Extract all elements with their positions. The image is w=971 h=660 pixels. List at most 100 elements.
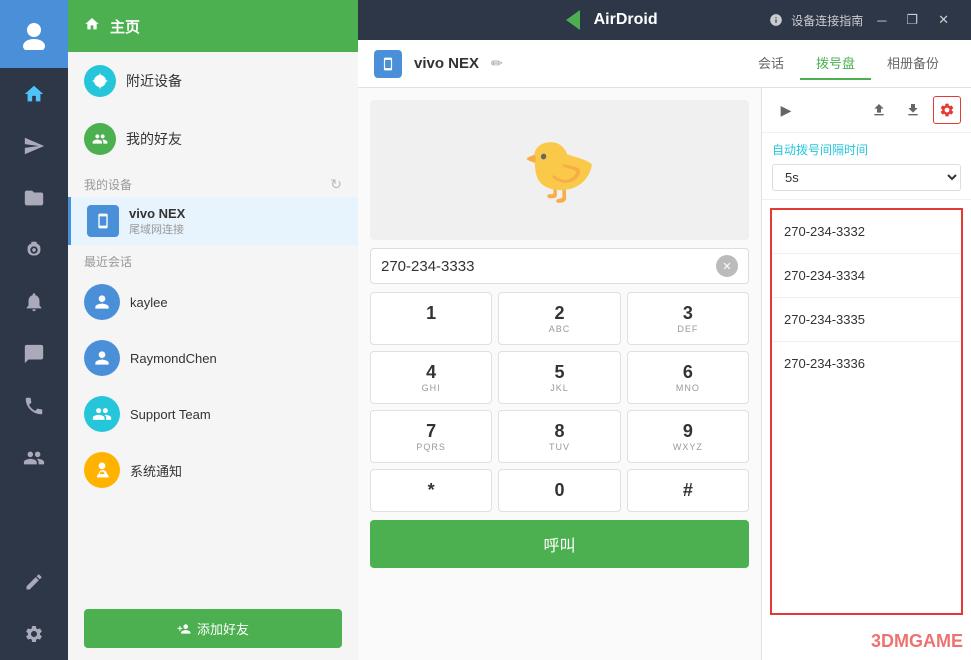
friends-icon — [84, 123, 116, 155]
key-8-button[interactable]: 8TUV — [498, 410, 620, 463]
phone-list-item[interactable]: 270-234-3332 — [772, 210, 961, 254]
device-header-name: vivo NEX — [414, 55, 479, 72]
watermark-area: 3DMGAME — [762, 623, 971, 660]
key-9-button[interactable]: 9WXYZ — [627, 410, 749, 463]
sidebar-bell-icon[interactable] — [0, 276, 68, 328]
tab-bar: 会话 拨号盘 相册备份 — [742, 47, 955, 80]
user-avatar[interactable] — [0, 0, 68, 68]
tools-row: ▶ — [762, 88, 971, 133]
add-friend-label: 添加好友 — [197, 619, 249, 638]
title-bar-right: 设备连接指南 ─ ❐ ✕ — [769, 10, 955, 30]
contact-avatar — [84, 340, 120, 376]
export-icon[interactable] — [899, 96, 927, 124]
sidebar-phone-icon[interactable] — [0, 380, 68, 432]
device-phone-icon — [87, 205, 119, 237]
home-label: 主页 — [110, 16, 140, 37]
watermark: 3DMGAME — [770, 631, 963, 652]
nearby-icon — [84, 65, 116, 97]
sidebar-binoculars-icon[interactable] — [0, 224, 68, 276]
info-icon — [769, 13, 783, 27]
contact-name: 系统通知 — [130, 461, 182, 480]
min-button[interactable]: ─ — [871, 11, 892, 30]
auto-dial-label: 自动拨号间隔时间 — [772, 141, 961, 158]
phone-input-row: 270-234-3333 ✕ — [370, 248, 749, 284]
contact-avatar — [84, 396, 120, 432]
sidebar-file-icon[interactable] — [0, 172, 68, 224]
call-button[interactable]: 呼叫 — [370, 520, 749, 568]
title-bar: AirDroid 设备连接指南 ─ ❐ ✕ — [358, 0, 971, 40]
device-header: vivo NEX ✏ 会话 拨号盘 相册备份 — [358, 40, 971, 88]
key-3-button[interactable]: 3DEF — [627, 292, 749, 345]
device-status: 尾域网连接 — [129, 221, 342, 237]
contact-item[interactable]: 系统通知 — [68, 442, 358, 498]
key-6-button[interactable]: 6MNO — [627, 351, 749, 404]
phone-input-value: 270-234-3333 — [381, 258, 716, 275]
tab-conversation[interactable]: 会话 — [742, 47, 800, 80]
tab-dialer[interactable]: 拨号盘 — [800, 47, 871, 80]
device-header-icon — [374, 50, 402, 78]
close-button[interactable]: ✕ — [932, 10, 955, 30]
key-*-button[interactable]: * — [370, 469, 492, 512]
sidebar — [0, 0, 68, 660]
contact-avatar — [84, 452, 120, 488]
phone-number-list: 270-234-3332270-234-3334270-234-3335270-… — [770, 208, 963, 615]
dialer-area: 🐤 270-234-3333 ✕ 12ABC3DEF 4GHI5JKL6MNO 7P… — [358, 88, 761, 660]
key-0-button[interactable]: 0 — [498, 469, 620, 512]
my-devices-label: 我的设备 — [84, 176, 132, 193]
phone-list-item[interactable]: 270-234-3336 — [772, 342, 961, 385]
sidebar-contacts-icon[interactable] — [0, 432, 68, 484]
content-area: 🐤 270-234-3333 ✕ 12ABC3DEF 4GHI5JKL6MNO 7P… — [358, 88, 971, 660]
key-2-button[interactable]: 2ABC — [498, 292, 620, 345]
play-icon[interactable]: ▶ — [772, 96, 800, 124]
device-name: vivo NEX — [129, 206, 342, 221]
friends-item[interactable]: 我的好友 — [68, 110, 358, 168]
key-1-button[interactable]: 1 — [370, 292, 492, 345]
device-edit-icon[interactable]: ✏ — [491, 55, 503, 72]
sidebar-home-icon[interactable] — [0, 68, 68, 120]
phone-list-item[interactable]: 270-234-3335 — [772, 298, 961, 342]
settings-icon[interactable] — [933, 96, 961, 124]
max-button[interactable]: ❐ — [900, 10, 924, 30]
add-friend-button[interactable]: 添加好友 — [84, 609, 342, 648]
right-panel: ▶ 自动拨号间隔时间 5s 10s 15s 30s — [761, 88, 971, 660]
friends-label: 我的好友 — [126, 129, 182, 149]
clear-button[interactable]: ✕ — [716, 255, 738, 277]
key-5-button[interactable]: 5JKL — [498, 351, 620, 404]
recent-section-label: 最近会话 — [68, 245, 358, 274]
contact-item[interactable]: Support Team — [68, 386, 358, 442]
dialer-display: 🐤 — [370, 100, 749, 240]
tab-photos[interactable]: 相册备份 — [871, 47, 955, 80]
home-nav-icon — [84, 16, 100, 36]
contact-item[interactable]: RaymondChen — [68, 330, 358, 386]
device-info: vivo NEX 尾域网连接 — [129, 206, 342, 237]
left-panel: 主页 附近设备 我的好友 我的设备 ↻ vivo NEX 尾域网连接 最近会话 — [68, 0, 358, 660]
sidebar-gear-icon[interactable] — [0, 608, 68, 660]
my-devices-section: 我的设备 ↻ — [68, 168, 358, 197]
device-item-vivo[interactable]: vivo NEX 尾域网连接 — [68, 197, 358, 245]
phone-list-item[interactable]: 270-234-3334 — [772, 254, 961, 298]
contact-name: RaymondChen — [130, 351, 217, 366]
contact-avatar — [84, 284, 120, 320]
home-nav-item[interactable]: 主页 — [68, 0, 358, 52]
contacts-list: kaylee RaymondChen Support Team 系统通知 — [68, 274, 358, 498]
duck-mascot: 🐤 — [522, 135, 597, 206]
sidebar-send-icon[interactable] — [0, 120, 68, 172]
import-icon[interactable] — [865, 96, 893, 124]
sidebar-edit-icon[interactable] — [0, 556, 68, 608]
contact-name: kaylee — [130, 295, 168, 310]
interval-select[interactable]: 5s 10s 15s 30s — [772, 164, 961, 191]
keypad: 12ABC3DEF 4GHI5JKL6MNO 7PQRS8TUV9WXYZ *0# — [370, 292, 749, 512]
nearby-devices-item[interactable]: 附近设备 — [68, 52, 358, 110]
app-title: AirDroid — [594, 11, 658, 29]
key-7-button[interactable]: 7PQRS — [370, 410, 492, 463]
nearby-label: 附近设备 — [126, 71, 182, 91]
sidebar-chat-icon[interactable] — [0, 328, 68, 380]
contact-name: Support Team — [130, 407, 211, 422]
refresh-icon[interactable]: ↻ — [330, 176, 342, 193]
main-content: AirDroid 设备连接指南 ─ ❐ ✕ vivo NEX ✏ 会话 拨号盘 … — [358, 0, 971, 660]
contact-item[interactable]: kaylee — [68, 274, 358, 330]
help-label[interactable]: 设备连接指南 — [791, 12, 863, 29]
title-arrow-icon — [566, 10, 580, 30]
key-4-button[interactable]: 4GHI — [370, 351, 492, 404]
key-#-button[interactable]: # — [627, 469, 749, 512]
